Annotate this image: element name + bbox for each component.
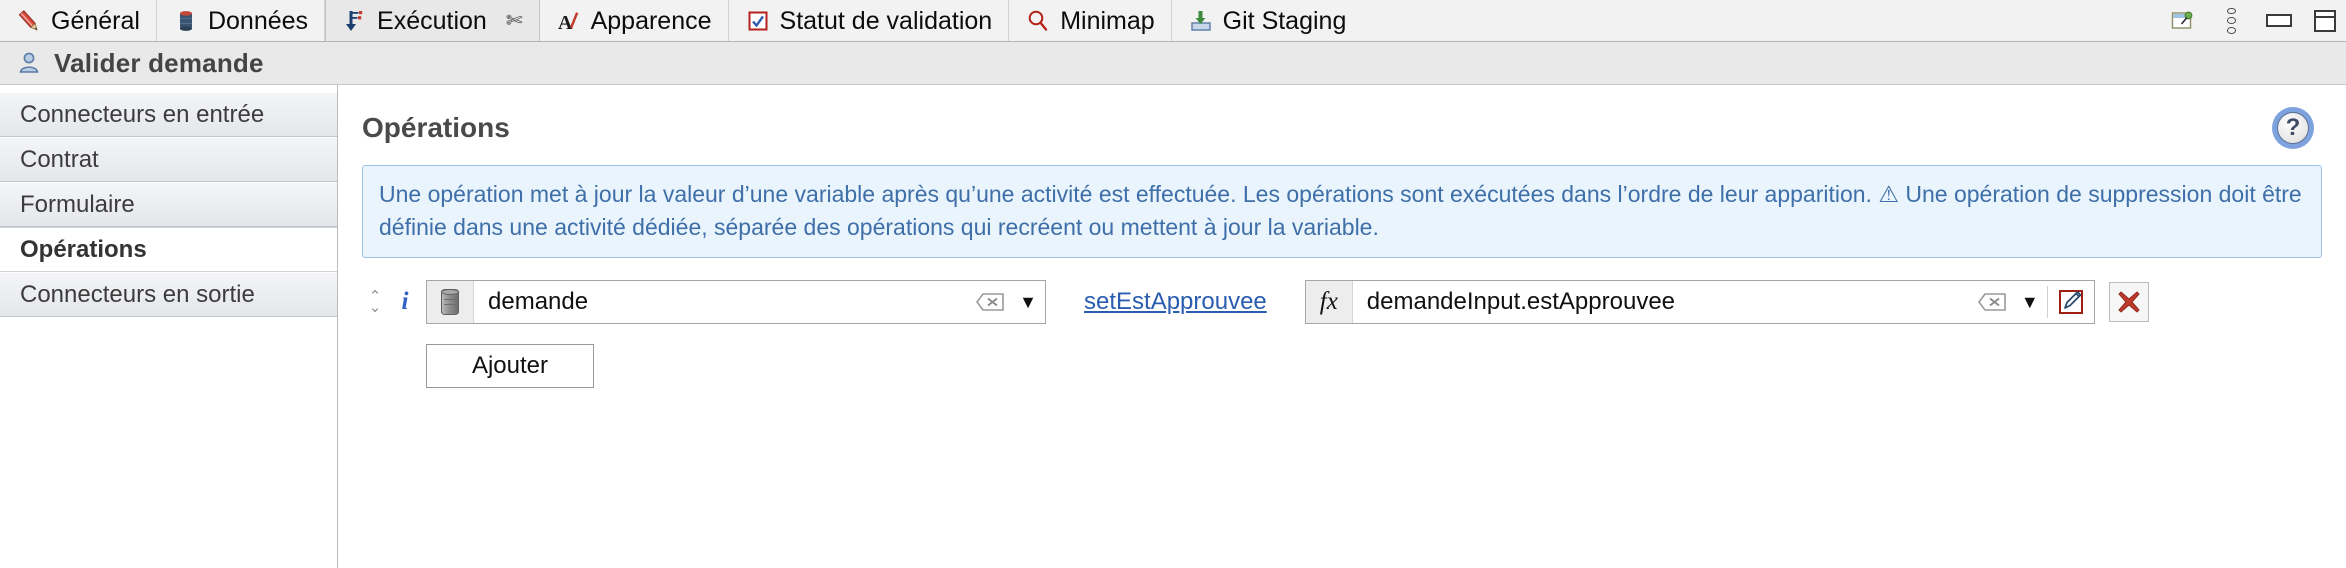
sidebar-item-operations[interactable]: Opérations bbox=[0, 227, 337, 272]
tab-label: Minimap bbox=[1060, 7, 1155, 35]
sidebar-item-label: Connecteurs en entrée bbox=[20, 100, 265, 128]
variable-field[interactable]: demande ▼ bbox=[426, 280, 1046, 325]
sidebar-item-contrat[interactable]: Contrat bbox=[0, 137, 337, 182]
tab-label: Apparence bbox=[590, 7, 712, 35]
tab-label: Statut de validation bbox=[779, 7, 993, 35]
warning-icon: ⚠ bbox=[1878, 181, 1899, 207]
expression-field[interactable]: fx demandeInput.estApprouvee ▼ bbox=[1304, 280, 2095, 325]
clear-icon[interactable] bbox=[973, 289, 1007, 315]
tab-list: Général Données Exécution ✄ A Apparence … bbox=[0, 0, 1362, 41]
main-area: Connecteurs en entrée Contrat Formulaire… bbox=[0, 85, 2346, 568]
tab-label: Git Staging bbox=[1222, 7, 1347, 35]
close-icon[interactable]: ✄ bbox=[506, 11, 523, 31]
sidebar-item-connecteurs-en-sortie[interactable]: Connecteurs en sortie bbox=[0, 272, 337, 317]
maximize-icon[interactable] bbox=[2314, 9, 2336, 32]
database-icon bbox=[173, 8, 199, 34]
tab-general[interactable]: Général bbox=[0, 0, 157, 41]
info-banner-text-primary: Une opération met à jour la valeur d’une… bbox=[379, 181, 1879, 207]
restore-view-icon[interactable] bbox=[2170, 8, 2196, 34]
panel-header: Opérations ? bbox=[362, 85, 2322, 149]
delete-operation-button[interactable] bbox=[2108, 282, 2149, 323]
variable-field-value: demande bbox=[488, 288, 589, 316]
editor-tab-bar: Général Données Exécution ✄ A Apparence … bbox=[0, 0, 2346, 42]
tab-minimap[interactable]: Minimap bbox=[1009, 0, 1172, 41]
minimize-icon[interactable] bbox=[2266, 14, 2292, 27]
pencil-icon bbox=[16, 8, 42, 34]
fx-icon: fx bbox=[1305, 281, 1353, 324]
form-title-bar: Valider demande bbox=[0, 42, 2346, 85]
sidebar-item-formulaire[interactable]: Formulaire bbox=[0, 182, 337, 227]
sidebar-item-label: Opérations bbox=[20, 235, 147, 263]
tab-label: Données bbox=[207, 7, 309, 35]
svg-text:A: A bbox=[558, 12, 573, 34]
checkbox-checked-icon bbox=[745, 8, 771, 34]
page-title: Valider demande bbox=[54, 47, 264, 78]
expression-field-value: demandeInput.estApprouvee bbox=[1366, 288, 1676, 316]
tab-git-staging[interactable]: Git Staging bbox=[1172, 0, 1363, 41]
magnifier-icon bbox=[1025, 8, 1051, 34]
fx-icon-label: fx bbox=[1319, 288, 1338, 316]
help-icon-label: ? bbox=[2277, 112, 2309, 144]
sidebar-item-label: Contrat bbox=[20, 145, 99, 173]
tab-apparence[interactable]: A Apparence bbox=[540, 0, 729, 41]
help-icon[interactable]: ? bbox=[2272, 107, 2314, 149]
window-controls bbox=[2170, 0, 2336, 41]
tab-execution[interactable]: Exécution ✄ bbox=[325, 0, 540, 41]
view-menu-icon[interactable] bbox=[2218, 7, 2244, 34]
reorder-spinner[interactable]: ⌃ ⌄ bbox=[362, 289, 388, 315]
operator-link[interactable]: setEstApprouvee bbox=[1084, 288, 1267, 316]
tab-donnees[interactable]: Données bbox=[157, 0, 326, 41]
operations-panel: Opérations ? Une opération met à jour la… bbox=[338, 85, 2346, 568]
font-style-icon: A bbox=[556, 8, 582, 34]
info-banner: Une opération met à jour la valeur d’une… bbox=[362, 165, 2322, 259]
add-operation-button[interactable]: Ajouter bbox=[426, 344, 594, 389]
chevron-down-icon[interactable]: ▼ bbox=[1011, 292, 1045, 313]
tab-label: Général bbox=[51, 7, 140, 35]
operation-row: ⌃ ⌄ i demande ▼ setEstApprouvee fx deman… bbox=[362, 280, 2322, 325]
sidebar-item-connecteurs-en-entree[interactable]: Connecteurs en entrée bbox=[0, 92, 337, 137]
properties-sidebar: Connecteurs en entrée Contrat Formulaire… bbox=[0, 85, 338, 568]
tab-statut-de-validation[interactable]: Statut de validation bbox=[729, 0, 1010, 41]
git-staging-icon bbox=[1188, 8, 1214, 34]
execution-arrow-icon bbox=[342, 8, 368, 34]
user-task-icon bbox=[16, 50, 42, 76]
pencil-edit-icon[interactable] bbox=[2048, 280, 2094, 324]
tab-label: Exécution bbox=[377, 7, 487, 35]
reorder-down-icon[interactable]: ⌄ bbox=[369, 300, 382, 315]
sidebar-item-label: Connecteurs en sortie bbox=[20, 280, 255, 308]
database-cylinder-icon bbox=[427, 281, 474, 324]
red-x-delete-icon bbox=[2118, 291, 2140, 313]
clear-icon[interactable] bbox=[1975, 289, 2009, 315]
chevron-down-icon[interactable]: ▼ bbox=[2013, 292, 2047, 313]
section-title: Opérations bbox=[362, 112, 510, 143]
info-icon[interactable]: i bbox=[394, 288, 416, 316]
sidebar-item-label: Formulaire bbox=[20, 190, 135, 218]
